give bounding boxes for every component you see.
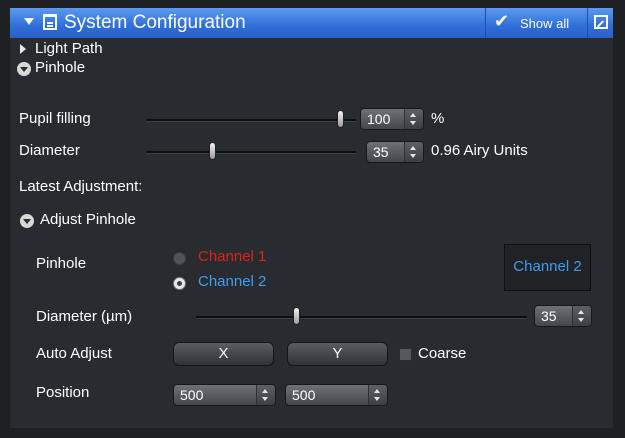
checkmark-icon[interactable]: ✔ bbox=[494, 11, 509, 32]
latest-adjustment-label: Latest Adjustment: bbox=[19, 178, 143, 195]
channel2-label[interactable]: Channel 2 bbox=[198, 273, 266, 290]
pupil-filling-slider-thumb[interactable] bbox=[337, 110, 344, 128]
channel-display-label: Channel 2 bbox=[513, 258, 582, 275]
channel1-label[interactable]: Channel 1 bbox=[198, 248, 266, 265]
collapse-circle-icon[interactable] bbox=[17, 62, 31, 76]
header-divider-2 bbox=[587, 8, 588, 38]
pupil-filling-value[interactable]: 100 bbox=[367, 111, 390, 127]
pupil-filling-slider[interactable] bbox=[146, 119, 356, 122]
auto-adjust-x-button[interactable]: X bbox=[173, 342, 274, 366]
collapse-triangle-icon[interactable] bbox=[24, 18, 34, 25]
diameter-airy-units: 0.96 Airy Units bbox=[431, 142, 528, 159]
channel-display-box: Channel 2 bbox=[504, 244, 591, 291]
pinhole-diameter-label: Diameter (µm) bbox=[36, 308, 133, 325]
pupil-filling-label: Pupil filling bbox=[19, 110, 91, 127]
coarse-label[interactable]: Coarse bbox=[418, 345, 466, 362]
system-configuration-panel: Light Path Pinhole Pupil filling 100 % D… bbox=[10, 38, 613, 428]
coarse-checkbox[interactable] bbox=[399, 348, 412, 361]
pinhole-diameter-slider-thumb[interactable] bbox=[293, 307, 300, 325]
spin-arrows-icon[interactable] bbox=[256, 385, 275, 405]
pinhole-diameter-value[interactable]: 35 bbox=[541, 308, 557, 324]
position-x-spinbox[interactable]: 500 bbox=[173, 384, 276, 406]
position-x-value[interactable]: 500 bbox=[180, 387, 203, 403]
auto-adjust-label: Auto Adjust bbox=[36, 345, 112, 362]
position-y-value[interactable]: 500 bbox=[292, 387, 315, 403]
channel2-radio[interactable] bbox=[173, 277, 186, 290]
diameter-slider-thumb[interactable] bbox=[209, 142, 216, 160]
expand-triangle-icon[interactable] bbox=[20, 44, 26, 54]
panel-header[interactable]: System Configuration ✔ Show all bbox=[10, 8, 613, 39]
diameter-value[interactable]: 35 bbox=[373, 144, 389, 160]
spin-arrows-icon[interactable] bbox=[368, 385, 387, 405]
position-label: Position bbox=[36, 384, 90, 401]
show-all-button[interactable]: Show all bbox=[520, 16, 569, 31]
undock-icon[interactable] bbox=[594, 15, 608, 29]
header-divider bbox=[485, 8, 486, 38]
auto-adjust-y-button[interactable]: Y bbox=[287, 342, 388, 366]
pupil-filling-unit: % bbox=[431, 110, 445, 127]
diameter-slider[interactable] bbox=[146, 151, 356, 154]
light-path-section[interactable]: Light Path bbox=[35, 40, 103, 57]
panel-title: System Configuration bbox=[64, 12, 246, 33]
channel1-radio[interactable] bbox=[173, 252, 186, 265]
document-icon bbox=[43, 14, 57, 30]
adjust-pinhole-section[interactable]: Adjust Pinhole bbox=[40, 211, 136, 228]
pupil-filling-spinbox[interactable]: 100 bbox=[360, 108, 424, 130]
spin-arrows-icon[interactable] bbox=[404, 142, 423, 162]
pinhole-diameter-spinbox[interactable]: 35 bbox=[534, 305, 592, 327]
diameter-label: Diameter bbox=[19, 142, 80, 159]
pinhole-diameter-slider[interactable] bbox=[196, 316, 527, 319]
spin-arrows-icon[interactable] bbox=[572, 306, 591, 326]
position-y-spinbox[interactable]: 500 bbox=[285, 384, 388, 406]
pinhole-section[interactable]: Pinhole bbox=[35, 59, 85, 76]
diameter-spinbox[interactable]: 35 bbox=[366, 141, 424, 163]
pinhole-label: Pinhole bbox=[36, 255, 87, 272]
spin-arrows-icon[interactable] bbox=[404, 109, 423, 129]
collapse-circle-icon[interactable] bbox=[20, 214, 34, 228]
